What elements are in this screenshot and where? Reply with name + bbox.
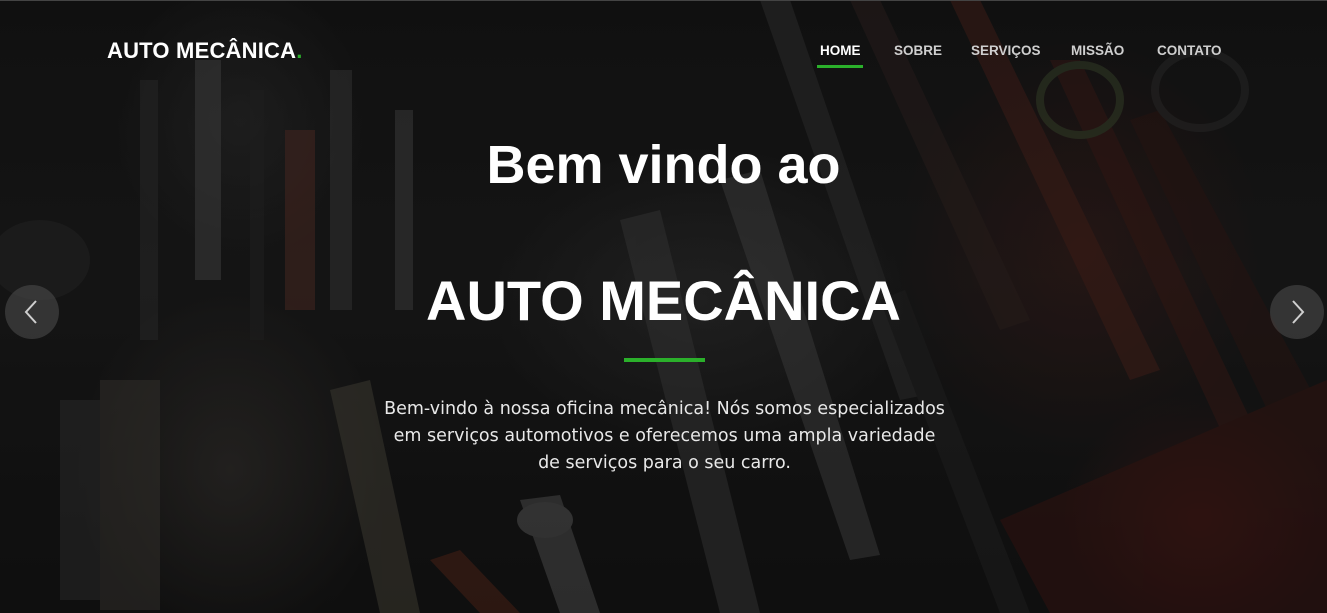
- top-border: [0, 0, 1327, 1]
- hero-description: Bem-vindo à nossa oficina mecânica! Nós …: [384, 399, 945, 473]
- hero-divider: [624, 358, 705, 362]
- chevron-left-icon: [24, 300, 37, 324]
- hero-title-line2: AUTO MECÂNICA: [426, 269, 901, 332]
- nav-sobre[interactable]: SOBRE: [894, 43, 942, 58]
- hero-title-line1: Bem vindo ao: [486, 135, 841, 195]
- nav-servicos[interactable]: SERVIÇOS: [971, 43, 1041, 58]
- main-navigation: HOME SOBRE SERVIÇOS MISSÃO CONTATO: [0, 43, 1327, 73]
- nav-active-indicator: [817, 65, 863, 68]
- chevron-right-icon: [1292, 300, 1305, 324]
- carousel-prev-button[interactable]: [5, 285, 59, 339]
- nav-home[interactable]: HOME: [820, 43, 861, 58]
- nav-contato[interactable]: CONTATO: [1157, 43, 1222, 58]
- nav-missao[interactable]: MISSÃO: [1071, 43, 1124, 58]
- carousel-next-button[interactable]: [1270, 285, 1324, 339]
